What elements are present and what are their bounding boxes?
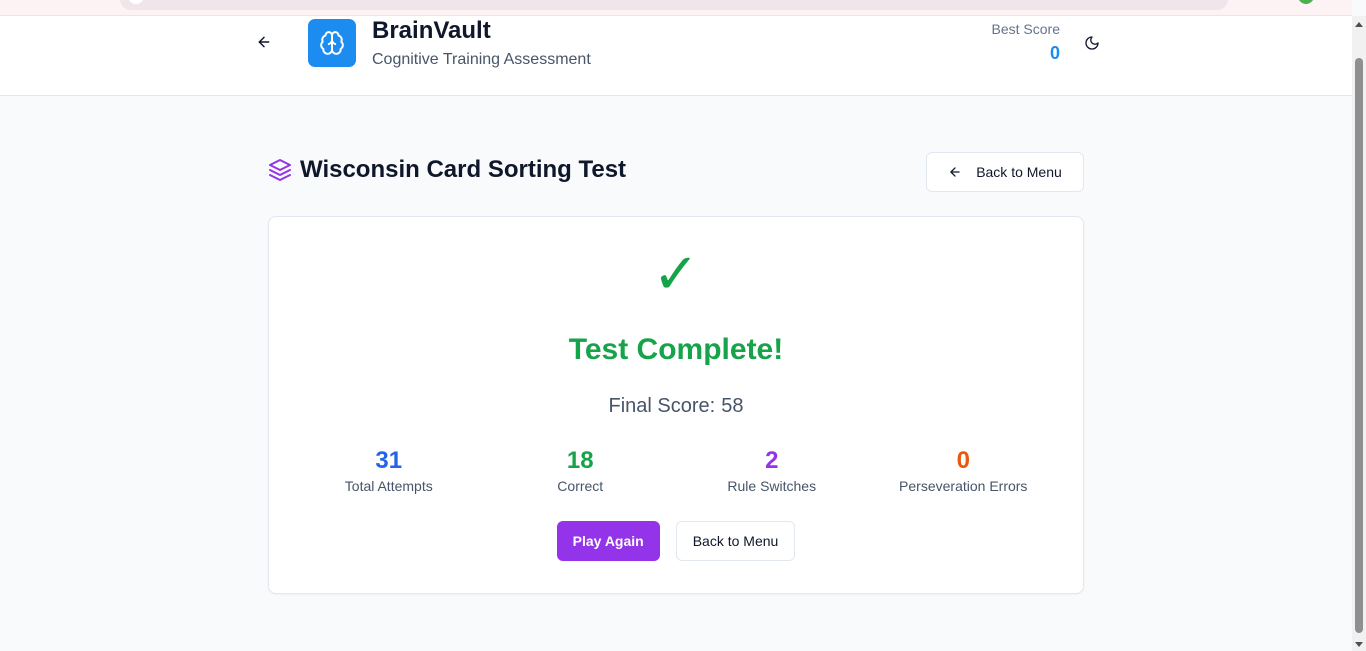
stat-value: 31: [375, 447, 403, 474]
theme-toggle-button[interactable]: [1082, 33, 1102, 53]
stat-total-attempts: 31 Total Attempts: [293, 445, 485, 494]
final-score: Final Score: 58: [269, 395, 1083, 418]
back-to-menu-button[interactable]: Back to Menu: [926, 152, 1084, 192]
stat-label: Correct: [557, 478, 604, 494]
arrow-left-icon: [258, 36, 270, 48]
completion-title: Test Complete!: [568, 333, 784, 366]
stat-value: 0: [956, 447, 970, 474]
play-again-button[interactable]: Play Again: [556, 521, 660, 561]
app-header: BrainVault Cognitive Training Assessment…: [0, 16, 1352, 96]
best-score-label: Best Score: [991, 21, 1060, 37]
stat-perseveration-errors: 0 Perseveration Errors: [868, 445, 1060, 494]
back-to-menu-secondary-button[interactable]: Back to Menu: [675, 521, 796, 561]
stat-label: Perseveration Errors: [899, 478, 1028, 494]
scroll-up-icon[interactable]: [1355, 22, 1363, 27]
stats-row: 31 Total Attempts 18 Correct 2 Rule Swit…: [293, 445, 1059, 494]
result-card: ✓ Test Complete! Final Score: 58 31 Total…: [268, 216, 1084, 594]
scroll-down-icon[interactable]: [1355, 642, 1363, 647]
test-heading: Wisconsin Card Sorting Test: [268, 156, 626, 184]
stat-label: Rule Switches: [727, 478, 817, 494]
stat-rule-switches: 2 Rule Switches: [676, 445, 868, 494]
check-icon: ✓: [652, 242, 700, 307]
brand-title: BrainVault: [372, 17, 491, 44]
stat-value: 2: [765, 447, 779, 474]
header-back-button[interactable]: [252, 30, 276, 54]
page-scrollbar[interactable]: [1352, 16, 1366, 651]
profile-avatar[interactable]: [1298, 0, 1314, 4]
app-logo: [308, 19, 356, 67]
arrow-left-icon: [950, 167, 960, 177]
stat-value: 18: [566, 447, 594, 474]
stat-label: Total Attempts: [344, 478, 433, 494]
result-actions: Play Again Back to Menu: [269, 521, 1083, 561]
browser-toolbar-strip: [0, 0, 1352, 16]
address-bar[interactable]: [120, 0, 1228, 10]
layers-icon: [269, 159, 291, 181]
test-title: Wisconsin Card Sorting Test: [300, 156, 627, 183]
scrollbar-thumb[interactable]: [1355, 58, 1363, 633]
moon-icon: [1085, 36, 1099, 50]
final-score-label: Final Score:: [608, 395, 716, 417]
brain-icon: [320, 31, 344, 55]
back-to-menu-label: Back to Menu: [976, 164, 1062, 180]
stat-correct: 18 Correct: [485, 445, 677, 494]
brand-subtitle: Cognitive Training Assessment: [372, 51, 591, 68]
best-score-value: 0: [1049, 43, 1060, 63]
final-score-value: 58: [721, 395, 744, 417]
